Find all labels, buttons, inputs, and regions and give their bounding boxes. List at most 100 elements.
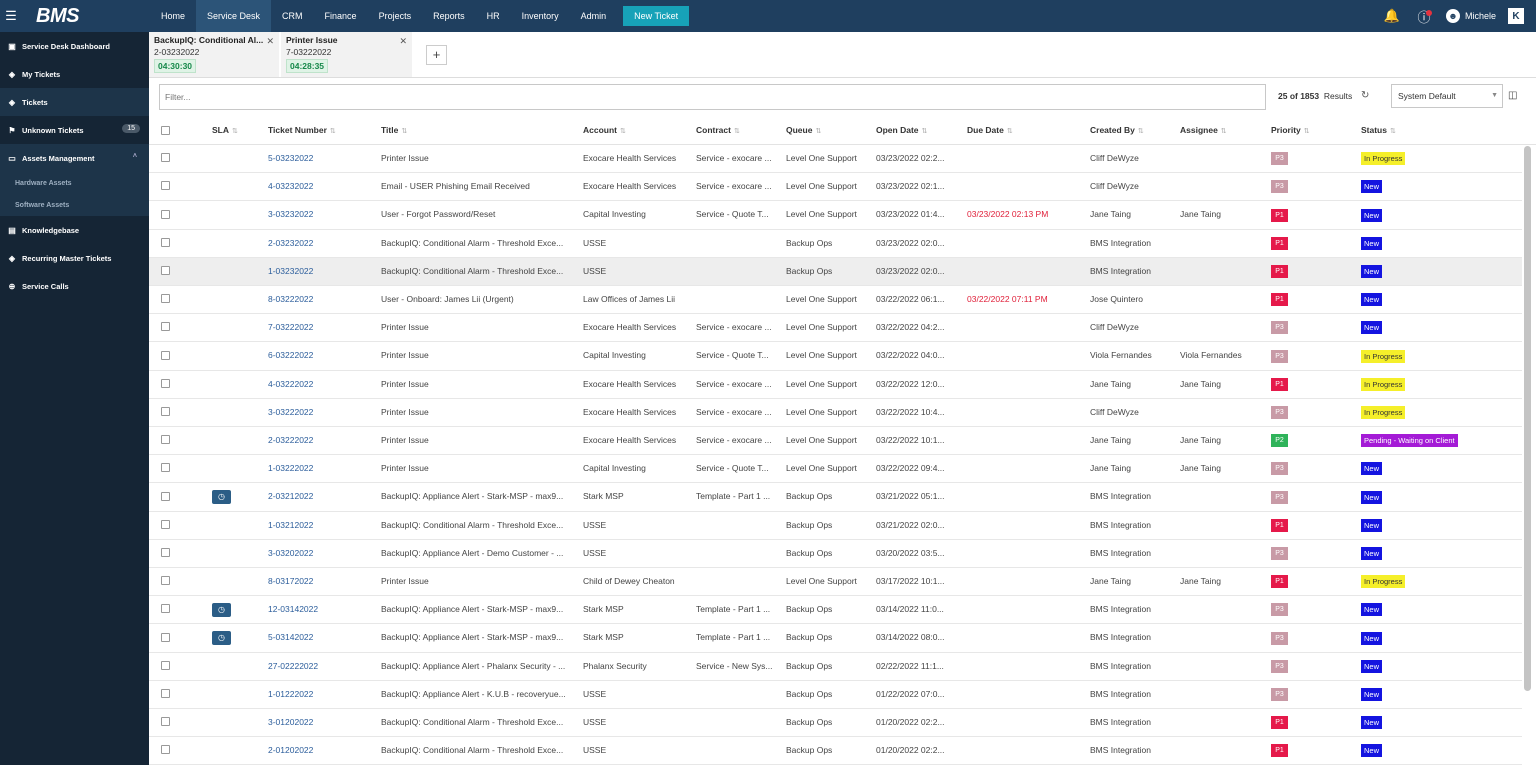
hamburger-menu-icon[interactable]: ☰ bbox=[0, 0, 22, 32]
k-app-icon[interactable]: K bbox=[1508, 8, 1524, 24]
ticket-number-link[interactable]: 4-03222022 bbox=[268, 371, 373, 399]
view-select[interactable]: System Default ▼ bbox=[1391, 84, 1503, 108]
table-row[interactable]: ◷ 5-03142022 BackupIQ: Appliance Alert - S… bbox=[149, 624, 1522, 653]
sidebar-item-assets-management[interactable]: ▭ Assets Management ˄ bbox=[0, 144, 149, 172]
row-checkbox[interactable] bbox=[161, 519, 170, 529]
column-header-queue[interactable]: Queue ⇅ bbox=[786, 116, 821, 144]
sidebar-item-my-tickets[interactable]: ◈ My Tickets bbox=[0, 60, 149, 88]
ticket-number-link[interactable]: 6-03222022 bbox=[268, 342, 373, 370]
row-checkbox[interactable] bbox=[161, 350, 170, 360]
nav-item-service-desk[interactable]: Service Desk bbox=[196, 0, 272, 32]
nav-item-projects[interactable]: Projects bbox=[368, 0, 423, 32]
ticket-number-link[interactable]: 3-03222022 bbox=[268, 399, 373, 427]
ticket-number-link[interactable]: 1-01222022 bbox=[268, 681, 373, 709]
ticket-number-link[interactable]: 1-03212022 bbox=[268, 512, 373, 540]
ticket-number-link[interactable]: 3-03202022 bbox=[268, 540, 373, 568]
filter-input[interactable] bbox=[159, 84, 1266, 110]
row-checkbox[interactable] bbox=[161, 407, 170, 417]
row-checkbox[interactable] bbox=[161, 632, 170, 642]
bms-logo[interactable]: BMS bbox=[22, 5, 150, 28]
row-checkbox[interactable] bbox=[161, 491, 170, 501]
table-row[interactable]: 3-03222022 Printer Issue Exocare Health Se… bbox=[149, 399, 1522, 427]
row-checkbox[interactable] bbox=[161, 209, 170, 219]
sort-icon[interactable]: ⇅ bbox=[232, 128, 238, 135]
ticket-number-link[interactable]: 2-01202022 bbox=[268, 737, 373, 765]
table-row[interactable]: 5-03232022 Printer Issue Exocare Health Se… bbox=[149, 145, 1522, 174]
column-header-created-by[interactable]: Created By ⇅ bbox=[1090, 116, 1144, 144]
chevron-up-icon[interactable]: ˄ bbox=[133, 153, 137, 160]
nav-item-inventory[interactable]: Inventory bbox=[511, 0, 570, 32]
row-checkbox[interactable] bbox=[161, 237, 170, 247]
table-row[interactable]: 1-01222022 BackupIQ: Appliance Alert - K.… bbox=[149, 681, 1522, 709]
row-checkbox[interactable] bbox=[161, 378, 170, 388]
sidebar-item-service-desk-dashboard[interactable]: ▣ Service Desk Dashboard bbox=[0, 32, 149, 60]
table-row[interactable]: 2-03232022 BackupIQ: Conditional Alarm - … bbox=[149, 230, 1522, 258]
row-checkbox[interactable] bbox=[161, 153, 170, 163]
ticket-number-link[interactable]: 3-01202022 bbox=[268, 709, 373, 737]
table-row[interactable]: 27-02222022 BackupIQ: Appliance Alert - P… bbox=[149, 653, 1522, 681]
ticket-number-link[interactable]: 4-03232022 bbox=[268, 173, 373, 201]
column-header-title[interactable]: Title ⇅ bbox=[381, 116, 407, 144]
table-row[interactable]: 7-03222022 Printer Issue Exocare Health Se… bbox=[149, 314, 1522, 343]
close-icon[interactable]: ✕ bbox=[266, 36, 274, 47]
column-header-account[interactable]: Account ⇅ bbox=[583, 116, 626, 144]
sort-icon[interactable]: ⇅ bbox=[922, 128, 928, 135]
row-checkbox[interactable] bbox=[161, 717, 170, 727]
ticket-number-link[interactable]: 2-03212022 bbox=[268, 483, 373, 511]
sidebar-subitem-software-assets[interactable]: Software Assets bbox=[0, 194, 149, 216]
bell-icon[interactable]: 🔔 bbox=[1376, 8, 1408, 24]
table-row[interactable]: 4-03232022 Email - USER Phishing Email Re… bbox=[149, 173, 1522, 202]
row-checkbox[interactable] bbox=[161, 548, 170, 558]
column-header-ticket-number[interactable]: Ticket Number ⇅ bbox=[268, 116, 336, 144]
sidebar-item-unknown-tickets[interactable]: ⚑ Unknown Tickets 15 bbox=[0, 116, 149, 144]
column-header-contract[interactable]: Contract ⇅ bbox=[696, 116, 740, 144]
ticket-number-link[interactable]: 1-03222022 bbox=[268, 455, 373, 483]
select-all-checkbox[interactable] bbox=[161, 116, 170, 144]
sort-icon[interactable]: ⇅ bbox=[330, 128, 336, 135]
user-menu[interactable]: ☻ Michele bbox=[1440, 9, 1508, 23]
row-checkbox[interactable] bbox=[161, 604, 170, 614]
vertical-scrollbar[interactable] bbox=[1524, 146, 1531, 691]
row-checkbox[interactable] bbox=[161, 435, 170, 445]
row-checkbox[interactable] bbox=[161, 266, 170, 276]
ticket-number-link[interactable]: 12-03142022 bbox=[268, 596, 373, 624]
clock-icon[interactable]: ◷ bbox=[212, 490, 231, 505]
row-checkbox[interactable] bbox=[161, 660, 170, 670]
row-checkbox[interactable] bbox=[161, 689, 170, 699]
nav-item-crm[interactable]: CRM bbox=[271, 0, 314, 32]
column-header-due-date[interactable]: Due Date ⇅ bbox=[967, 116, 1013, 144]
new-ticket-button[interactable]: New Ticket bbox=[623, 6, 690, 26]
nav-item-finance[interactable]: Finance bbox=[314, 0, 368, 32]
table-row[interactable]: ◷ 2-03212022 BackupIQ: Appliance Alert - S… bbox=[149, 483, 1522, 512]
row-checkbox[interactable] bbox=[161, 576, 170, 586]
row-checkbox[interactable] bbox=[161, 745, 170, 755]
column-header-status[interactable]: Status ⇅ bbox=[1361, 116, 1396, 144]
add-tab-button[interactable]: + bbox=[426, 45, 447, 65]
ticket-number-link[interactable]: 2-03222022 bbox=[268, 427, 373, 455]
sort-icon[interactable]: ⇅ bbox=[1138, 128, 1144, 135]
columns-icon[interactable]: ◫ bbox=[1508, 90, 1517, 101]
ticket-number-link[interactable]: 5-03232022 bbox=[268, 145, 373, 173]
tab-ticket-1[interactable]: BackupIQ: Conditional Al... 2-03232022 0… bbox=[149, 32, 279, 77]
sort-icon[interactable]: ⇅ bbox=[815, 128, 821, 135]
sort-icon[interactable]: ⇅ bbox=[734, 128, 740, 135]
ticket-number-link[interactable]: 8-03222022 bbox=[268, 286, 373, 314]
sidebar-item-service-calls[interactable]: ⊕ Service Calls bbox=[0, 272, 149, 300]
refresh-icon[interactable]: ↻ bbox=[1361, 90, 1369, 101]
column-header-priority[interactable]: Priority ⇅ bbox=[1271, 116, 1310, 144]
close-icon[interactable]: ✕ bbox=[399, 36, 407, 47]
ticket-number-link[interactable]: 7-03222022 bbox=[268, 314, 373, 342]
nav-item-reports[interactable]: Reports bbox=[422, 0, 476, 32]
ticket-number-link[interactable]: 2-03232022 bbox=[268, 230, 373, 258]
row-checkbox[interactable] bbox=[161, 322, 170, 332]
sidebar-subitem-hardware-assets[interactable]: Hardware Assets bbox=[0, 172, 149, 194]
ticket-number-link[interactable]: 5-03142022 bbox=[268, 624, 373, 652]
sort-icon[interactable]: ⇅ bbox=[401, 128, 407, 135]
column-header-assignee[interactable]: Assignee ⇅ bbox=[1180, 116, 1227, 144]
table-row[interactable]: ◷ 12-03142022 BackupIQ: Appliance Alert - … bbox=[149, 596, 1522, 625]
nav-item-home[interactable]: Home bbox=[150, 0, 196, 32]
sort-icon[interactable]: ⇅ bbox=[620, 128, 626, 135]
table-row[interactable]: 3-01202022 BackupIQ: Conditional Alarm - … bbox=[149, 709, 1522, 738]
sidebar-item-recurring-master-tickets[interactable]: ◈ Recurring Master Tickets bbox=[0, 244, 149, 272]
column-header-sla[interactable]: SLA ⇅ bbox=[212, 116, 238, 144]
